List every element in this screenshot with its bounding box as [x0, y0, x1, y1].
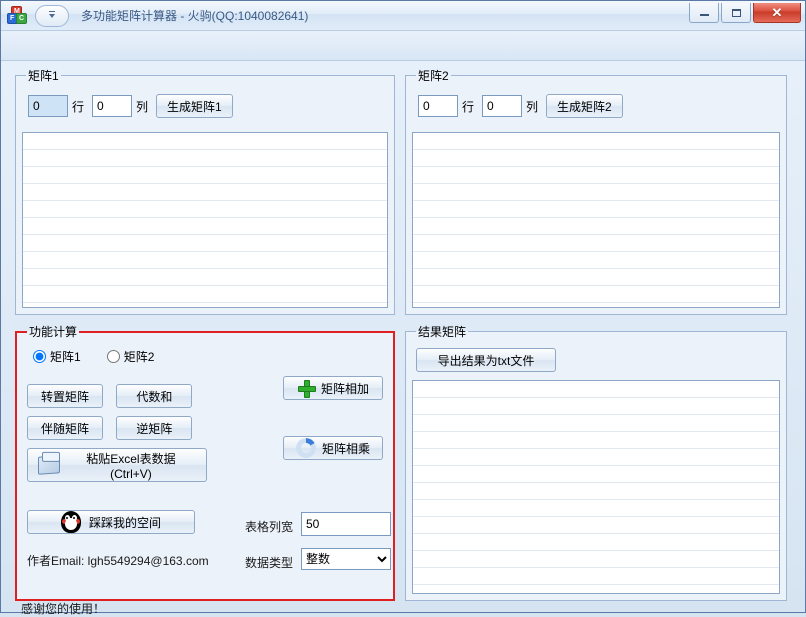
- close-icon: ✕: [772, 5, 783, 21]
- maximize-button[interactable]: [721, 3, 751, 23]
- paste-excel-button[interactable]: 粘贴Excel表数据(Ctrl+V): [27, 448, 207, 482]
- result-grid[interactable]: [412, 380, 780, 594]
- matrix1-grid[interactable]: [22, 132, 388, 308]
- data-type-select[interactable]: 整数: [301, 548, 391, 570]
- inverse-button[interactable]: 逆矩阵: [116, 416, 192, 440]
- radio-matrix1-label: 矩阵1: [50, 348, 81, 365]
- cofactor-sum-button[interactable]: 代数和: [116, 384, 192, 408]
- radio-matrix1-input[interactable]: [33, 350, 46, 363]
- label-cols: 列: [526, 98, 538, 115]
- qzone-label: 踩踩我的空间: [89, 514, 161, 531]
- radio-matrix2-label: 矩阵2: [124, 348, 155, 365]
- matrix-add-button[interactable]: 矩阵相加: [283, 376, 383, 400]
- matrix1-cols-input[interactable]: [92, 95, 132, 117]
- radio-matrix1[interactable]: 矩阵1: [33, 348, 81, 365]
- close-button[interactable]: ✕: [753, 3, 801, 23]
- app-icon: M F C: [7, 6, 27, 26]
- adjugate-button[interactable]: 伴随矩阵: [27, 416, 103, 440]
- label-thanks: 感谢您的使用！: [21, 600, 105, 617]
- quick-access-dropdown[interactable]: [35, 5, 69, 27]
- matrix2-grid[interactable]: [412, 132, 780, 308]
- ribbon-strip: [1, 31, 805, 61]
- label-cols: 列: [136, 98, 148, 115]
- maximize-icon: [732, 9, 741, 17]
- plus-icon: [297, 379, 315, 397]
- groupbox-result: 结果矩阵 导出结果为txt文件: [405, 323, 787, 601]
- label-author-email: 作者Email: lgh5549294@163.com: [27, 552, 209, 569]
- window-title: 多功能矩阵计算器 - 火驹(QQ:1040082641): [81, 7, 308, 24]
- transpose-button[interactable]: 转置矩阵: [27, 384, 103, 408]
- label-column-width: 表格列宽: [245, 518, 293, 535]
- label-rows: 行: [72, 98, 84, 115]
- label-rows: 行: [462, 98, 474, 115]
- matrix2-cols-input[interactable]: [482, 95, 522, 117]
- generate-matrix2-button[interactable]: 生成矩阵2: [546, 94, 623, 118]
- legend-matrix2: 矩阵2: [416, 67, 451, 84]
- radio-matrix2[interactable]: 矩阵2: [107, 348, 155, 365]
- paste-excel-label: 粘贴Excel表数据(Ctrl+V): [66, 450, 196, 481]
- matrix2-rows-input[interactable]: [418, 95, 458, 117]
- matrix-multiply-label: 矩阵相乘: [322, 440, 370, 457]
- radio-matrix2-input[interactable]: [107, 350, 120, 363]
- generate-matrix1-button[interactable]: 生成矩阵1: [156, 94, 233, 118]
- titlebar[interactable]: M F C 多功能矩阵计算器 - 火驹(QQ:1040082641) ✕: [1, 1, 805, 31]
- groupbox-calc: 功能计算 矩阵1 矩阵2 转置矩阵 代数和 伴随矩阵 逆矩阵 粘贴Ex: [15, 323, 395, 601]
- legend-calc: 功能计算: [27, 323, 79, 340]
- legend-result: 结果矩阵: [416, 323, 468, 340]
- legend-matrix1: 矩阵1: [26, 67, 61, 84]
- minimize-icon: [700, 14, 709, 16]
- app-window: M F C 多功能矩阵计算器 - 火驹(QQ:1040082641) ✕ 矩阵1…: [0, 0, 806, 613]
- export-txt-button[interactable]: 导出结果为txt文件: [416, 348, 556, 372]
- column-width-input[interactable]: [301, 512, 391, 536]
- paste-icon: [38, 455, 60, 475]
- groupbox-matrix2: 矩阵2 行 列 生成矩阵2: [405, 67, 787, 315]
- matrix-add-label: 矩阵相加: [321, 380, 369, 397]
- matrix1-rows-input[interactable]: [28, 95, 68, 117]
- minimize-button[interactable]: [689, 3, 719, 23]
- client-area: 矩阵1 行 列 生成矩阵1 矩阵2 行 列 生: [1, 61, 805, 612]
- label-data-type: 数据类型: [245, 554, 293, 571]
- qq-penguin-icon: [61, 511, 81, 533]
- spinner-icon: [296, 438, 316, 458]
- groupbox-matrix1: 矩阵1 行 列 生成矩阵1: [15, 67, 395, 315]
- qzone-button[interactable]: 踩踩我的空间: [27, 510, 195, 534]
- matrix-multiply-button[interactable]: 矩阵相乘: [283, 436, 383, 460]
- chevron-down-icon: [49, 14, 55, 18]
